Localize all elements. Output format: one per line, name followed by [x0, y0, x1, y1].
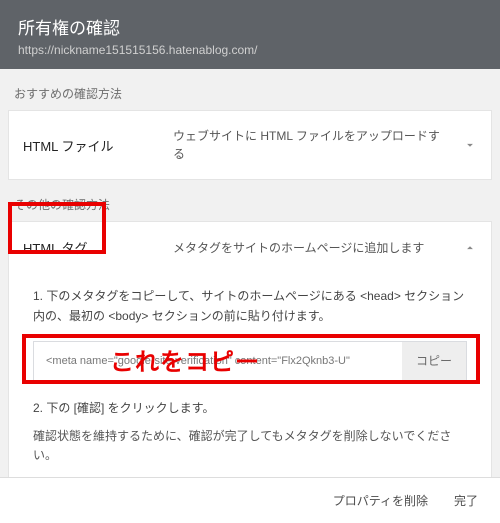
- method-html-file-header[interactable]: HTML ファイル ウェブサイトに HTML ファイルをアップロードする: [9, 111, 491, 179]
- meta-tag-codebox: <meta name="google-site-verification" co…: [33, 341, 467, 381]
- dialog-header: 所有権の確認 https://nickname151515156.hatenab…: [0, 0, 500, 69]
- method-html-tag-name: HTML タグ: [23, 238, 173, 257]
- method-html-file-desc: ウェブサイトに HTML ファイルをアップロードする: [173, 127, 477, 163]
- section-recommended-label: おすすめの確認方法: [0, 69, 500, 110]
- meta-tag-code[interactable]: <meta name="google-site-verification" co…: [34, 342, 402, 380]
- chevron-up-icon: [463, 241, 477, 255]
- method-html-tag-desc: メタタグをサイトのホームページに追加します: [173, 239, 477, 257]
- step2-text: 2. 下の [確認] をクリックします。: [33, 399, 467, 419]
- method-html-file-name: HTML ファイル: [23, 136, 173, 155]
- remove-property-button[interactable]: プロパティを削除: [333, 492, 428, 509]
- method-html-tag-card: HTML タグ メタタグをサイトのホームページに追加します 1. 下のメタタグを…: [8, 221, 492, 517]
- dialog-title: 所有権の確認: [18, 14, 482, 39]
- chevron-down-icon: [463, 138, 477, 152]
- step1-text: 1. 下のメタタグをコピーして、サイトのホームページにある <head> セクシ…: [33, 287, 467, 327]
- dialog-footer: プロパティを削除 完了: [0, 477, 500, 523]
- method-html-tag-header[interactable]: HTML タグ メタタグをサイトのホームページに追加します: [9, 222, 491, 273]
- note-text: 確認状態を維持するために、確認が完了してもメタタグを削除しないでください。: [33, 427, 467, 467]
- section-other-label: その他の確認方法: [0, 180, 500, 221]
- done-button[interactable]: 完了: [454, 492, 478, 509]
- method-html-file-card: HTML ファイル ウェブサイトに HTML ファイルをアップロードする: [8, 110, 492, 180]
- property-url: https://nickname151515156.hatenablog.com…: [18, 43, 482, 57]
- copy-button[interactable]: コピー: [402, 342, 466, 380]
